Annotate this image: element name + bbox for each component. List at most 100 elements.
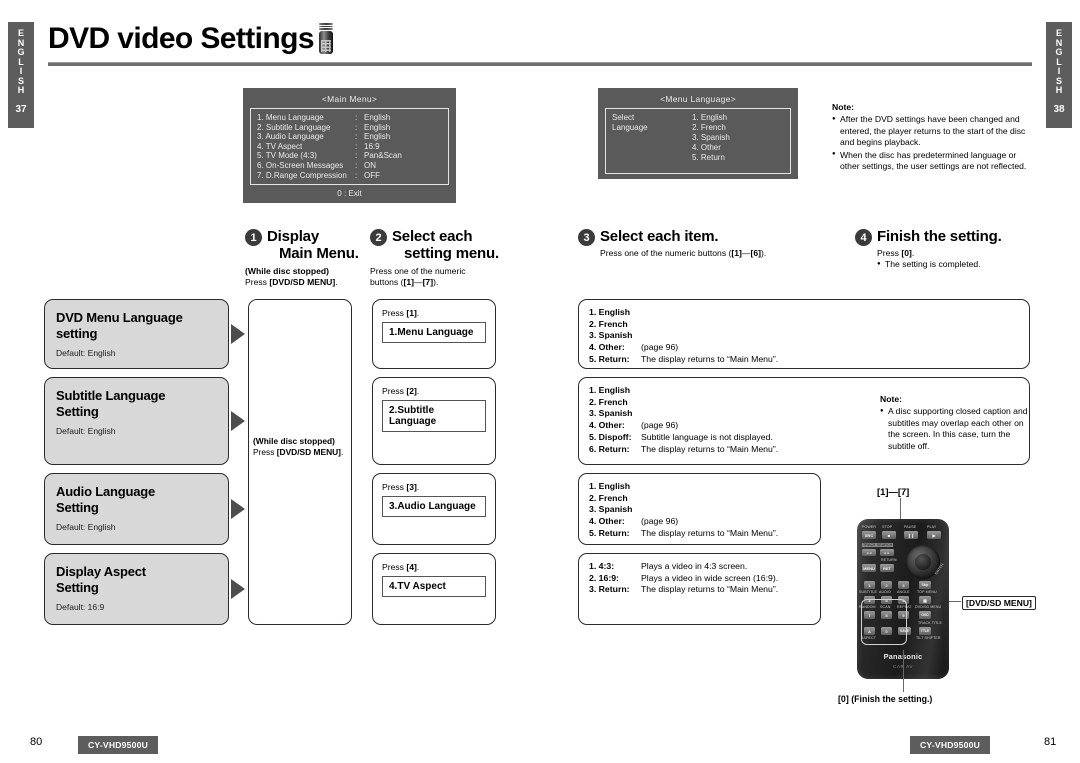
step-4: 4 Finish the setting. Press [0]. The set… <box>855 228 1035 270</box>
press-result-box: 4.TV Aspect <box>382 576 486 597</box>
tv-menu-value: English <box>364 132 391 142</box>
step-1: 1 Display Main Menu. (While disc stopped… <box>245 228 367 288</box>
tv-menu-label: 2. Subtitle Language <box>257 122 331 132</box>
tv-menu-separator: : <box>355 132 358 142</box>
remote-key-ret[interactable]: RET <box>880 564 894 572</box>
tv-menu-row: 3. Audio Language : English <box>257 132 442 142</box>
press-key: [1] <box>406 308 417 318</box>
tv-screen-footer: 0 : Exit <box>337 189 362 199</box>
remote-key-title[interactable]: TTLE <box>919 627 931 635</box>
step-sub-pre: Press one of the numeric buttons ( <box>600 248 732 258</box>
side-tab-page-number: 37 <box>15 103 27 115</box>
tv-menu-row: 5. TV Mode (4:3) : Pan&Scan <box>257 151 442 161</box>
setting-card-default: Default: English <box>56 522 116 532</box>
setting-card-title-line1: Display Aspect <box>56 564 146 579</box>
remote-key-pause[interactable]: ❙❙ <box>904 531 918 539</box>
remote-control-icon <box>318 23 334 54</box>
remote-key-0[interactable]: 0 <box>881 627 892 635</box>
setting-card-subtitle-language[interactable]: Subtitle Language Setting Default: Engli… <box>44 377 229 465</box>
note-item: When the disc has predetermined language… <box>832 149 1028 173</box>
press-result-box: 3.Audio Language <box>382 496 486 517</box>
remote-key-src[interactable]: SRC <box>862 531 876 539</box>
callout-dvd-sd-menu: [DVD/SD MENU] <box>962 596 1036 610</box>
tv-menu-value: 16:9 <box>364 141 380 151</box>
option-value: (page 96) <box>641 516 679 527</box>
option-key: 4. Other: <box>589 516 625 527</box>
tv-screen-title: <Menu Language> <box>660 94 736 104</box>
press-panel-subtitle-language[interactable]: Press [2]. 2.Subtitle Language <box>372 377 496 465</box>
option-key: 1. 4:3: <box>589 561 615 571</box>
note-item: A disc supporting closed caption and sub… <box>880 406 1030 452</box>
step1-panel-note: (While disc stopped) Press [DVD/SD MENU]… <box>252 434 350 460</box>
page-title: DVD video Settings <box>48 22 334 56</box>
press-panel-tv-aspect[interactable]: Press [4]. 4.TV Aspect <box>372 553 496 625</box>
option-key: 4. Other: <box>589 342 625 353</box>
remote-key-8[interactable]: 8 <box>881 611 892 619</box>
tv-screen-title: <Main Menu> <box>321 94 378 104</box>
step-number-badge: 2 <box>370 229 387 246</box>
setting-card-title-line2: setting <box>56 325 98 341</box>
remote-key-save[interactable]: SAVE <box>898 627 911 635</box>
tv-menu-separator: : <box>355 141 358 151</box>
tv-menu-value: OFF <box>364 170 380 180</box>
note-block-subtitle: Note: A disc supporting closed caption a… <box>880 394 1030 453</box>
flow-arrow-icon <box>231 579 245 599</box>
setting-card-display-aspect[interactable]: Display Aspect Setting Default: 16:9 <box>44 553 229 625</box>
option-row: 1. 4:3: Plays a video in 4:3 screen. <box>589 561 810 573</box>
setting-card-title-line2: Setting <box>56 579 99 595</box>
option-key: 3. Spanish <box>589 504 633 515</box>
option-value <box>641 307 1019 319</box>
remote-key-9[interactable]: 9 <box>898 611 909 619</box>
remote-key-play[interactable]: ▶ <box>927 531 941 539</box>
side-tab-english-right: E N G L I S H 38 <box>1046 22 1072 128</box>
tv-language-options: 1. English 2. French 3. Spanish 4. Other… <box>692 113 730 163</box>
setting-card-title: DVD Menu Language setting <box>56 310 217 341</box>
remote-key-1[interactable]: 1 <box>864 581 875 589</box>
step1-note-key: [DVD/SD MENU] <box>276 446 341 457</box>
options-panel-tv-aspect: 1. 4:3: Plays a video in 4:3 screen. 2. 1… <box>578 553 821 625</box>
tv-menu-label: 7. D.Range Compression <box>257 170 347 180</box>
remote-key-menu[interactable]: MENU <box>862 564 876 572</box>
remote-key-dvd-sd-menu[interactable]: ▦ <box>919 596 931 604</box>
step1-note-post: . <box>340 446 344 457</box>
option-row: 2. 16:9: Plays a video in wide screen (16… <box>589 573 810 585</box>
tv-menu-row: 2. Subtitle Language : English <box>257 123 442 133</box>
callout-leader-line-zero <box>903 650 904 692</box>
setting-card-default: Default: English <box>56 426 116 436</box>
remote-key-6[interactable]: 6 <box>898 596 909 604</box>
remote-key-stop[interactable]: ■ <box>882 531 896 539</box>
option-key: 5. Return: <box>589 353 630 364</box>
remote-key-2[interactable]: 2 <box>881 581 892 589</box>
press-pre: Press <box>382 562 407 572</box>
press-pre: Press <box>382 482 407 492</box>
remote-key-osd[interactable]: OSD <box>919 611 931 619</box>
setting-card-title: Subtitle Language Setting <box>56 388 217 419</box>
option-key: 5. Return: <box>589 527 630 538</box>
step-title-line1: Display <box>267 228 319 245</box>
remote-key-3[interactable]: 3 <box>898 581 909 589</box>
setting-card-title: Display Aspect Setting <box>56 564 217 595</box>
step-sub-dash: — <box>413 277 423 287</box>
setting-card-audio-language[interactable]: Audio Language Setting Default: English <box>44 473 229 545</box>
remote-key-5[interactable]: 5 <box>881 596 892 604</box>
remote-key-skip[interactable]: Skip <box>919 581 931 589</box>
setting-card-default: Default: 16:9 <box>56 602 105 612</box>
step-sub-bold: (While disc stopped) <box>245 266 330 276</box>
setting-card-dvd-menu-language[interactable]: DVD Menu Language setting Default: Engli… <box>44 299 229 369</box>
remote-key-7[interactable]: 7 <box>864 611 875 619</box>
tv-menu-row: 4. TV Aspect : 16:9 <box>257 142 442 152</box>
remote-key-track-prev[interactable]: ◄◄ <box>862 549 876 556</box>
press-post: . <box>416 386 420 396</box>
remote-key-a[interactable]: A <box>864 627 875 635</box>
option-row: 4. Other: (page 96) <box>589 342 1019 354</box>
option-key: 5. Dispoff: <box>589 431 632 442</box>
remote-label-angle: ANGLE <box>897 590 910 594</box>
tv-label-line: Language <box>612 123 648 132</box>
remote-key-track-next[interactable]: ►► <box>880 549 894 556</box>
step-title-line1: Finish the setting. <box>877 228 1002 245</box>
option-key: 3. Spanish <box>589 330 633 341</box>
press-panel-audio-language[interactable]: Press [3]. 3.Audio Language <box>372 473 496 545</box>
remote-key-4[interactable]: 4 <box>864 596 875 604</box>
option-key: 3. Return: <box>589 584 630 595</box>
press-panel-menu-language[interactable]: Press [1]. 1.Menu Language <box>372 299 496 369</box>
